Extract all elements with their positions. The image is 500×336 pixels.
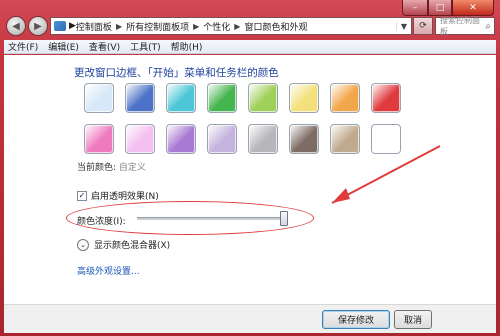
annotation-arrow (331, 145, 441, 204)
save-changes-button[interactable]: 保存修改 (322, 310, 390, 329)
cancel-button[interactable]: 取消 (394, 310, 432, 329)
footer: 保存修改 取消 (4, 304, 496, 333)
window-frame: – □ ✕ ◀ ▶ ▶ 控制面板 ▶ 所有控制面板项 ▶ 个性化 ▶ 窗口颜色和… (0, 0, 500, 336)
